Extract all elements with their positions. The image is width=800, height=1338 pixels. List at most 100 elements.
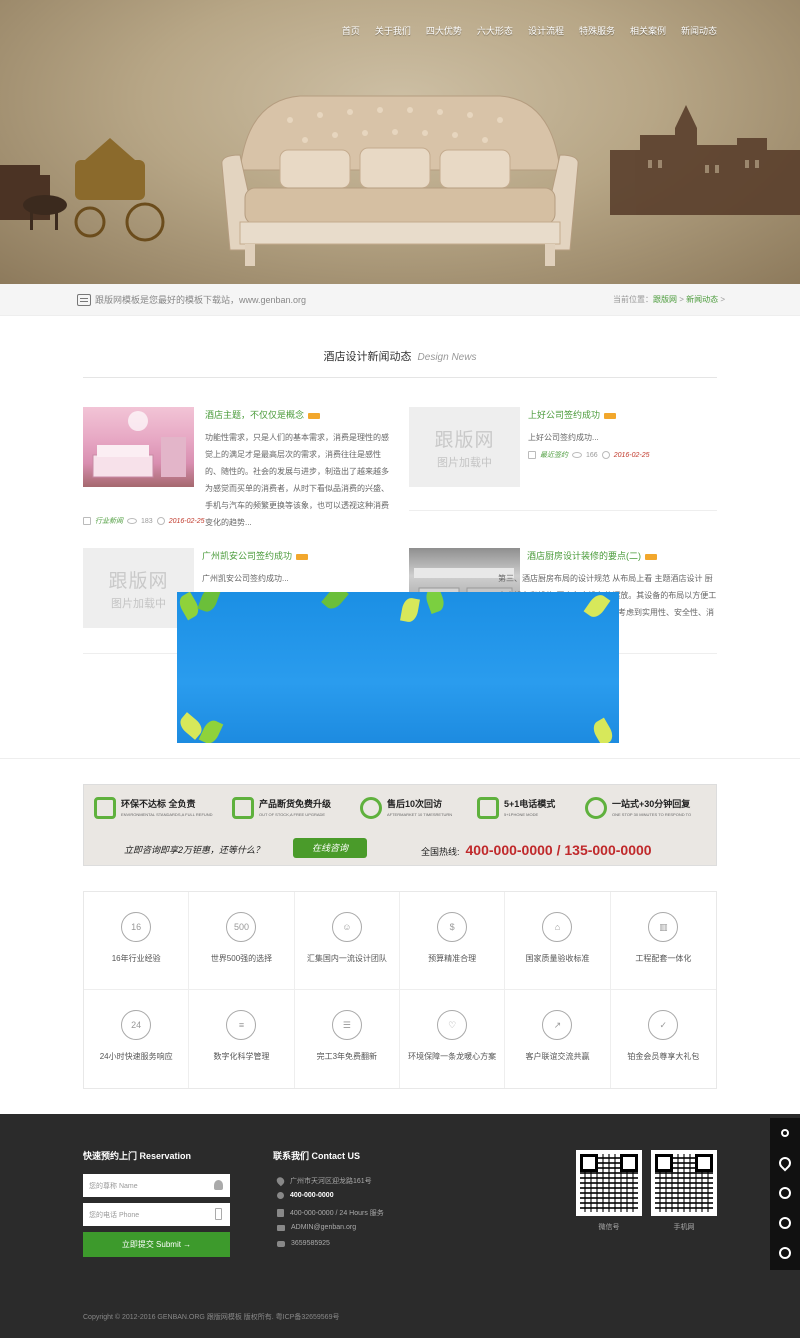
qq-button[interactable] — [770, 1178, 800, 1208]
news-title-link[interactable]: 酒店厨房设计装修的要点(二) — [527, 549, 657, 562]
news-title-link[interactable]: 广州凯安公司签约成功 — [202, 549, 309, 562]
heart-icon: ♡ — [437, 1010, 468, 1040]
user-icon — [214, 1180, 223, 1190]
site-notice-text: 跟版网模板是您最好的模板下载站，www.genban.org — [95, 295, 307, 305]
leaf-decoration — [423, 592, 447, 615]
nav-about[interactable]: 关于我们 — [375, 24, 411, 37]
nav-services[interactable]: 特殊服务 — [579, 24, 615, 37]
news-summary: 功能性需求，只是人们的基本需求，消费是理性的感觉上的满足才是最高层次的需求，消费… — [205, 433, 389, 527]
phone-24-text: 400-000-0000 / 24 Hours 服务 — [290, 1210, 384, 1217]
hero-illustration — [0, 95, 800, 266]
top-nav: 首页 关于我们 四大优势 六大形态 设计流程 特殊服务 相关案例 新闻动态 — [327, 24, 717, 37]
new-badge — [296, 553, 309, 560]
weibo-button[interactable] — [770, 1208, 800, 1238]
mobile-icon — [277, 1209, 284, 1217]
clock-icon — [601, 451, 610, 459]
contact-email: ADMIN@genban.org — [277, 1224, 356, 1231]
location-button[interactable] — [770, 1148, 800, 1178]
news-section-title: 酒店设计新闻动态 — [323, 351, 412, 363]
breadcrumb-tail: > — [718, 295, 725, 304]
feature-label: 16年行业经验 — [111, 954, 161, 963]
online-consult-button[interactable]: 在线咨询 — [293, 838, 367, 858]
submit-button[interactable]: 立即提交 Submit → — [83, 1232, 230, 1257]
popup-ad-overlay[interactable] — [177, 592, 619, 743]
back-to-top-button[interactable] — [770, 1238, 800, 1268]
feature-cell: ⌂ 国家质量验收标准 — [505, 892, 611, 990]
feature-cell: ↗ 客户联谊交流共赢 — [505, 990, 611, 1088]
breadcrumb-current-link[interactable]: 新闻动态 — [686, 295, 718, 304]
news-title-text[interactable]: 酒店厨房设计装修的要点(二) — [527, 551, 641, 561]
nav-forms[interactable]: 六大形态 — [477, 24, 513, 37]
new-badge — [645, 553, 657, 560]
nav-home[interactable]: 首页 — [342, 24, 360, 37]
feature-cell: ✓ 铂金会员尊享大礼包 — [611, 990, 716, 1088]
nav-process[interactable]: 设计流程 — [528, 24, 564, 37]
news-category[interactable]: 行业新闻 — [95, 516, 123, 526]
leaf-decoration — [197, 592, 221, 615]
news-item: 跟版网 图片加载中 上好公司签约成功 上好公司签约成功... 最近签约 166 … — [409, 407, 717, 487]
hero-banner: 首页 关于我们 四大优势 六大形态 设计流程 特殊服务 相关案例 新闻动态 — [0, 0, 800, 284]
feature-label: 汇集国内一流设计团队 — [306, 954, 387, 963]
nav-cases[interactable]: 相关案例 — [630, 24, 666, 37]
feature-cell: 16 16年行业经验 — [84, 892, 190, 990]
mobile-site-qr-code — [651, 1150, 717, 1216]
team-icon: ☺ — [331, 912, 362, 942]
placeholder-brand: 跟版网 — [108, 570, 169, 592]
phone-24-icon: 24 — [121, 1010, 152, 1040]
contact-qq: 3659585925 — [277, 1240, 330, 1247]
feature-title: 产品断货免费升级 — [259, 799, 332, 809]
news-thumbnail-placeholder[interactable]: 跟版网 图片加载中 — [409, 407, 520, 487]
leaf-decoration — [198, 717, 224, 743]
feature-cell: ≡ 数字化科学管理 — [189, 990, 295, 1088]
hotline-numbers: 400-000-0000 / 135-000-0000 — [465, 842, 652, 858]
leaf-decoration — [583, 592, 611, 621]
breadcrumb-home-link[interactable]: 跟版网 — [653, 295, 677, 304]
feature-label: 客户联谊交流共赢 — [525, 1052, 590, 1061]
name-input[interactable]: 您的尊称 Name — [83, 1174, 230, 1197]
feature-cell: ☰ 完工3年免费翻新 — [295, 990, 400, 1088]
news-title-link[interactable]: 酒店主题，不仅仅是概念 — [205, 408, 321, 421]
news-views: 183 — [141, 517, 153, 525]
placeholder-brand: 跟版网 — [434, 429, 495, 451]
quality-icon: ⌂ — [542, 912, 573, 942]
signal-button[interactable] — [770, 1118, 800, 1148]
contact-phone-main: 400-000-0000 — [277, 1192, 334, 1199]
news-title-text[interactable]: 酒店主题，不仅仅是概念 — [205, 410, 304, 420]
new-badge — [604, 412, 617, 419]
news-title-text[interactable]: 广州凯安公司签约成功 — [202, 551, 292, 561]
bedroom-illustration — [92, 411, 186, 478]
news-meta: 行业新闻 183 2016-02-25 — [83, 516, 205, 526]
location-pin-icon — [275, 1175, 286, 1187]
news-title-text[interactable]: 上好公司签约成功 — [528, 410, 600, 420]
feature-label: 环境保障一条龙暖心方案 — [408, 1052, 497, 1061]
reservation-title: 快速预约上门 Reservation — [83, 1151, 192, 1161]
views-icon — [127, 518, 137, 524]
phone-placeholder: 您的电话 Phone — [89, 1212, 140, 1219]
feature-onestop: 一站式+30分钟回复 ONE STOP 30 MINUTES TO RESPOND… — [585, 797, 691, 819]
feature-subtitle: ENVIRONMENTAL STANDARDS,A FULL REFUND — [121, 812, 213, 817]
news-category[interactable]: 最近签约 — [540, 450, 568, 460]
chevron-up-icon — [779, 1247, 791, 1259]
news-title-link[interactable]: 上好公司签约成功 — [528, 408, 617, 421]
nav-news[interactable]: 新闻动态 — [681, 24, 717, 37]
feature-cell: 500 世界500强的选择 — [189, 892, 295, 990]
news-thumbnail-bedroom[interactable] — [83, 407, 194, 487]
qr-pattern — [580, 1154, 638, 1212]
news-views: 166 — [586, 451, 598, 459]
warranty-icon: ☰ — [331, 1010, 362, 1040]
feature-title: 一站式+30分钟回复 — [612, 799, 691, 809]
feature-cell: $ 预算精准合理 — [400, 892, 506, 990]
category-icon — [83, 517, 91, 525]
chat-icon — [277, 1240, 285, 1247]
news-summary-block: 广州凯安公司签约成功... — [202, 570, 388, 587]
breadcrumb-bar: 跟版网模板是您最好的模板下载站，www.genban.org 当前位置：跟版网 … — [0, 284, 800, 316]
qr-pattern — [655, 1154, 713, 1212]
mobile-icon — [215, 1208, 222, 1220]
heart-icon — [360, 797, 382, 819]
email-text[interactable]: ADMIN@genban.org — [291, 1224, 356, 1231]
feature-label: 世界500强的选择 — [210, 954, 273, 963]
news-date: 2016-02-25 — [613, 451, 650, 459]
phone-input[interactable]: 您的电话 Phone — [83, 1203, 230, 1226]
nav-advantages[interactable]: 四大优势 — [426, 24, 462, 37]
leaf-decoration — [321, 592, 349, 613]
